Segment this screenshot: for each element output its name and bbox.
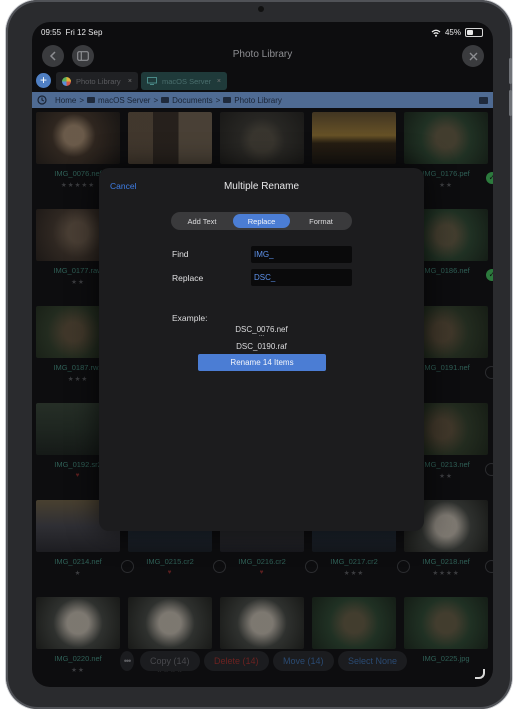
photo-rating: ★★★★ [432, 570, 460, 577]
app-screen: 09:55 Fri 12 Sep 45% Photo Library + Pho… [32, 22, 493, 687]
photos-icon [62, 76, 71, 86]
photo-filename: IMG_0216.cr2 [238, 557, 286, 566]
mode-segmented-control: Add Text Replace Format [171, 212, 352, 230]
close-icon [469, 52, 477, 60]
more-icon: ••• [123, 656, 132, 666]
example-line-last: DSC_0190.raf [236, 342, 287, 351]
photo-rating: ★★★ [343, 570, 365, 577]
tab-label: Photo Library [76, 76, 121, 86]
photo-filename: IMG_0217.cr2 [330, 557, 378, 566]
folder-icon [87, 97, 96, 103]
photo-thumbnail[interactable] [220, 597, 304, 649]
volume-button [509, 90, 512, 116]
breadcrumb: Home > macOS Server > Documents > Photo … [32, 92, 493, 108]
folder-icon [223, 97, 232, 103]
example-ellipsis: ... [258, 332, 264, 338]
status-time-date: 09:55 Fri 12 Sep [41, 28, 102, 37]
add-tab-button[interactable]: + [36, 73, 51, 88]
photo-cell[interactable]: IMG_0220.nef ★★ [36, 597, 120, 687]
breadcrumb-separator: > [215, 95, 221, 105]
multiple-rename-dialog: Cancel Multiple Rename Add Text Replace … [99, 168, 424, 531]
replace-label: Replace [172, 273, 204, 283]
photo-cell[interactable]: ★★★★ [128, 597, 212, 687]
photo-filename: IMG_0220.nef [54, 654, 102, 663]
select-circle-icon[interactable] [485, 463, 493, 476]
monitor-icon [147, 77, 157, 85]
ipad-frame: 09:55 Fri 12 Sep 45% Photo Library + Pho… [6, 0, 512, 709]
battery-percent: 45% [444, 28, 461, 37]
breadcrumb-documents[interactable]: Documents [172, 96, 212, 105]
select-circle-icon[interactable] [485, 560, 493, 573]
volume-button [509, 58, 512, 84]
photo-thumbnail[interactable] [128, 597, 212, 649]
photo-filename: IMG_0215.cr2 [146, 557, 194, 566]
photo-thumbnail[interactable] [404, 112, 488, 164]
photo-thumbnail[interactable] [36, 597, 120, 649]
segment-format[interactable]: Format [293, 214, 349, 228]
page-title: Photo Library [232, 49, 293, 60]
photo-cell[interactable] [220, 597, 304, 687]
tab-label: macOS Server [162, 76, 212, 86]
select-circle-icon[interactable] [485, 366, 493, 379]
photo-rating: ★ [74, 570, 82, 577]
select-none-button[interactable]: Select None [338, 651, 408, 671]
photo-filename: IMG_0218.nef [422, 557, 470, 566]
segment-add-text[interactable]: Add Text [174, 214, 230, 228]
photo-thumbnail[interactable] [220, 112, 304, 164]
bottom-toolbar: ••• Copy (14) Delete (14) Move (14) Sele… [120, 651, 420, 673]
photo-rating: ♥ [259, 569, 265, 576]
tab-macos-server[interactable]: macOS Server × [141, 72, 227, 90]
photo-cell[interactable] [312, 597, 396, 687]
dialog-title: Multiple Rename [223, 181, 300, 192]
photo-thumbnail[interactable] [36, 112, 120, 164]
move-button[interactable]: Move (14) [273, 651, 334, 671]
tab-close-icon[interactable]: × [217, 78, 221, 85]
segment-replace[interactable]: Replace [233, 214, 290, 228]
selected-check-icon[interactable]: ✓ [486, 269, 493, 281]
tab-photo-library[interactable]: Photo Library × [56, 72, 138, 90]
nav-bar: Photo Library [32, 42, 493, 70]
status-time: 09:55 [41, 28, 62, 37]
history-icon[interactable] [37, 95, 47, 105]
breadcrumb-separator: > [153, 95, 159, 105]
delete-button[interactable]: Delete (14) [204, 651, 269, 671]
photo-rating: ♥ [167, 569, 173, 576]
status-bar: 09:55 Fri 12 Sep 45% [32, 22, 493, 42]
tab-bar: + Photo Library × macOS Server × [32, 71, 493, 91]
close-button[interactable] [462, 45, 484, 67]
more-button[interactable]: ••• [120, 651, 134, 671]
photo-filename: IMG_0214.nef [54, 557, 102, 566]
folder-icon [161, 97, 170, 103]
breadcrumb-macos-server[interactable]: macOS Server [98, 96, 150, 105]
find-label: Find [172, 249, 189, 259]
photo-thumbnail[interactable] [128, 112, 212, 164]
status-right: 45% [431, 28, 483, 37]
example-label: Example: [172, 313, 208, 323]
photo-rating: ★★ [71, 667, 85, 674]
status-date: Fri 12 Sep [65, 28, 103, 37]
find-input[interactable] [251, 246, 352, 263]
battery-icon [465, 28, 483, 37]
selected-check-icon[interactable]: ✓ [486, 172, 493, 184]
camera-dot [258, 6, 264, 12]
breadcrumb-home[interactable]: Home [55, 96, 76, 105]
breadcrumb-separator: > [79, 95, 85, 105]
photo-thumbnail[interactable] [404, 597, 488, 649]
copy-button[interactable]: Copy (14) [140, 651, 200, 671]
breadcrumb-photo-library[interactable]: Photo Library [234, 96, 282, 105]
plus-icon: + [39, 73, 47, 87]
photo-thumbnail[interactable] [312, 112, 396, 164]
replace-input[interactable] [251, 269, 352, 286]
rename-items-button[interactable]: Rename 14 Items [198, 354, 326, 371]
tab-close-icon[interactable]: × [128, 78, 132, 85]
grid-view-icon[interactable] [479, 96, 488, 104]
photo-thumbnail[interactable] [312, 597, 396, 649]
wifi-icon [431, 29, 441, 37]
